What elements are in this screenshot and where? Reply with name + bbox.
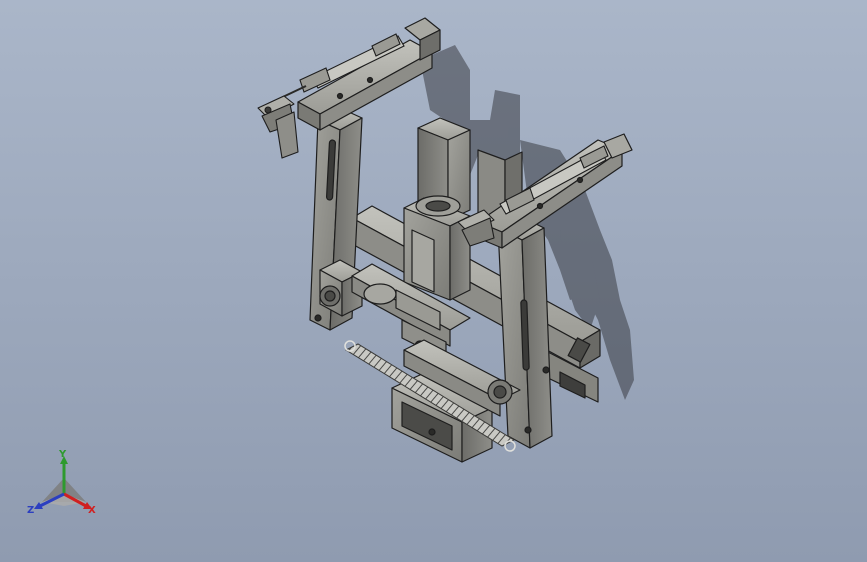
- triad-x-label: X: [88, 505, 96, 516]
- triad-z-label: Z: [27, 505, 35, 516]
- 3d-model-view[interactable]: [0, 0, 867, 562]
- triad-y-label: Y: [59, 449, 67, 460]
- graphics-viewport[interactable]: Y X Z: [0, 0, 867, 562]
- orientation-triad[interactable]: Y X Z: [22, 448, 106, 522]
- left-gripper[interactable]: [257, 95, 299, 159]
- right-vertical-arm[interactable]: [497, 215, 553, 449]
- central-column[interactable]: [403, 195, 471, 301]
